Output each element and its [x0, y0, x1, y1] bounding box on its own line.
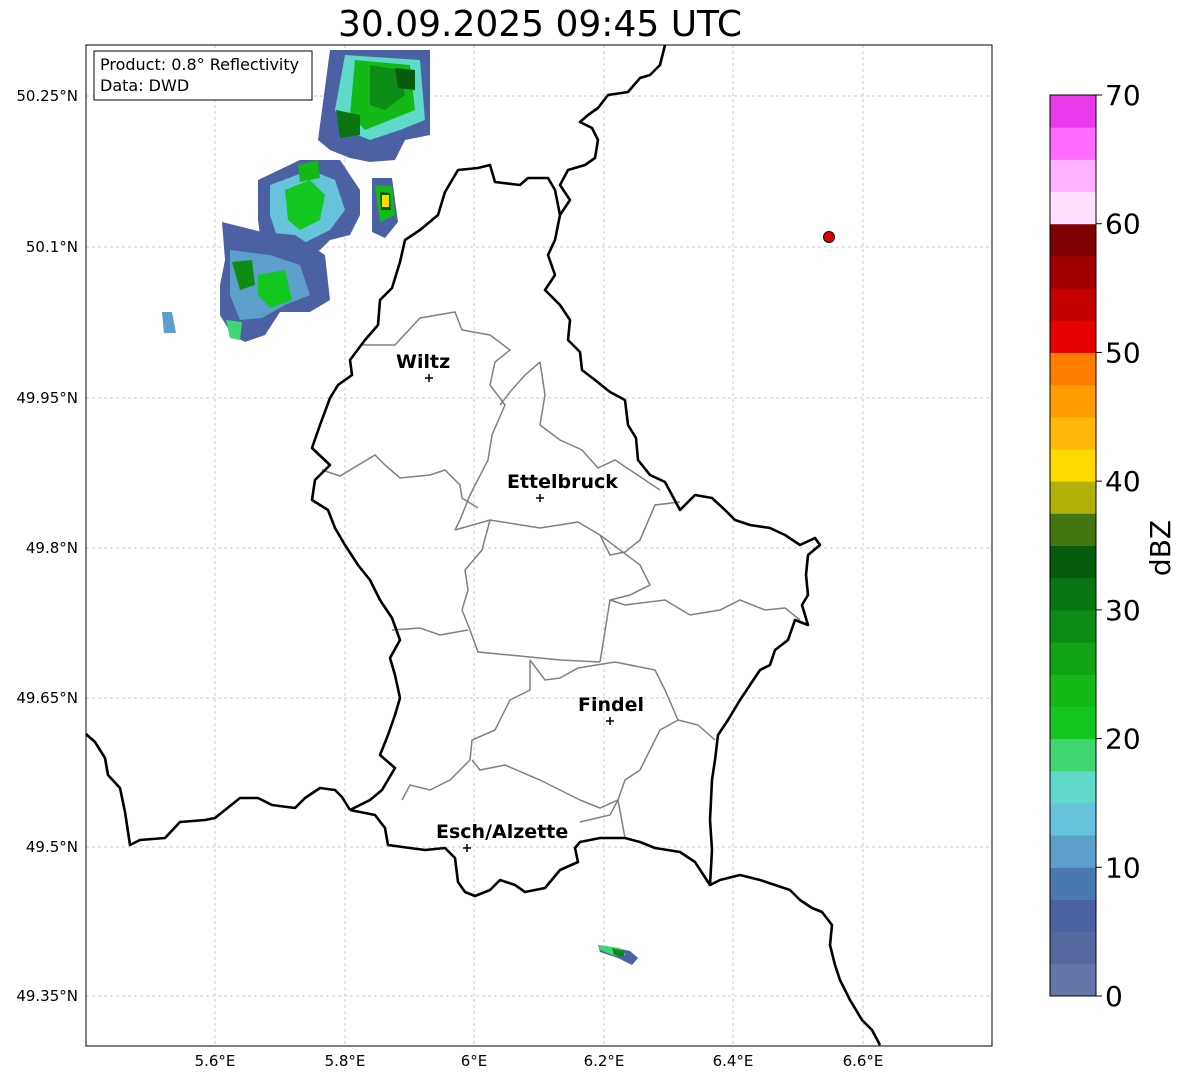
lat-tick: 50.25°N [16, 87, 78, 105]
colorbar-label: dBZ [1144, 520, 1177, 576]
colorbar-tick-label: 0 [1105, 980, 1123, 1013]
colorbar-segment [1050, 867, 1096, 900]
colorbar-segment [1050, 223, 1096, 257]
colorbar-segment [1050, 609, 1096, 643]
colorbar-segment [1050, 448, 1096, 482]
colorbar-segment [1050, 674, 1096, 707]
colorbar-tick-label: 30 [1105, 594, 1141, 627]
colorbar-segment [1050, 963, 1096, 997]
colorbar-segment [1050, 706, 1096, 740]
city-label: Ettelbruck [507, 471, 618, 493]
colorbar-segment [1050, 835, 1096, 868]
colorbar-segments [1050, 95, 1096, 997]
radar-map: Wiltz Ettelbruck Findel Esch/Alzette Pro… [16, 44, 1177, 1070]
colorbar-segment [1050, 416, 1096, 450]
lat-axis: 50.25°N 50.1°N 49.95°N 49.8°N 49.65°N 49… [16, 87, 78, 1005]
colorbar-segment [1050, 191, 1096, 225]
info-box: Product: 0.8° Reflectivity Data: DWD [93, 50, 313, 101]
city-label: Wiltz [396, 351, 450, 373]
colorbar-segment [1050, 481, 1096, 514]
colorbar-ticks: 0 10 20 30 40 50 60 70 [1096, 79, 1141, 1013]
lat-tick: 50.1°N [26, 238, 78, 256]
colorbar-segment [1050, 642, 1096, 675]
colorbar-segment [1050, 320, 1096, 353]
city-label: Esch/Alzette [436, 821, 568, 843]
info-product: Product: 0.8° Reflectivity [100, 55, 299, 74]
colorbar-segment [1050, 255, 1096, 289]
colorbar-tick-label: 70 [1105, 79, 1141, 112]
colorbar-tick-label: 10 [1105, 851, 1141, 884]
lon-tick: 6.4°E [713, 1052, 754, 1070]
colorbar-segment [1050, 770, 1096, 804]
colorbar-tick-label: 50 [1105, 336, 1141, 369]
radar-site-marker [823, 231, 835, 243]
colorbar-segment [1050, 159, 1096, 193]
colorbar-segment [1050, 127, 1096, 160]
lon-tick: 6.6°E [843, 1052, 884, 1070]
colorbar-tick-label: 40 [1105, 465, 1141, 498]
colorbar-segment [1050, 95, 1096, 128]
colorbar-segment [1050, 288, 1096, 321]
colorbar: 0 10 20 30 40 50 60 70 dBZ [1049, 79, 1177, 1013]
colorbar-segment [1050, 802, 1096, 836]
lon-axis: 5.6°E 5.8°E 6°E 6.2°E 6.4°E 6.6°E [195, 1052, 884, 1070]
lat-tick: 49.5°N [26, 838, 78, 856]
colorbar-segment [1050, 738, 1096, 772]
colorbar-tick-label: 20 [1105, 723, 1141, 756]
lat-tick: 49.35°N [16, 987, 78, 1005]
lat-tick: 49.8°N [26, 539, 78, 557]
city-label: Findel [578, 694, 644, 716]
lon-tick: 6.2°E [584, 1052, 625, 1070]
lat-tick: 49.95°N [16, 389, 78, 407]
colorbar-segment [1050, 545, 1096, 579]
colorbar-segment [1050, 931, 1096, 965]
colorbar-segment [1050, 352, 1096, 386]
lat-tick: 49.65°N [16, 689, 78, 707]
colorbar-segment [1050, 513, 1096, 546]
colorbar-tick-label: 60 [1105, 208, 1141, 241]
map-background [86, 45, 992, 1046]
colorbar-segment [1050, 899, 1096, 933]
lon-tick: 5.6°E [195, 1052, 236, 1070]
lon-tick: 5.8°E [325, 1052, 366, 1070]
colorbar-segment [1050, 384, 1096, 418]
lon-tick: 6°E [461, 1052, 488, 1070]
info-data: Data: DWD [100, 76, 189, 95]
colorbar-segment [1050, 577, 1096, 611]
